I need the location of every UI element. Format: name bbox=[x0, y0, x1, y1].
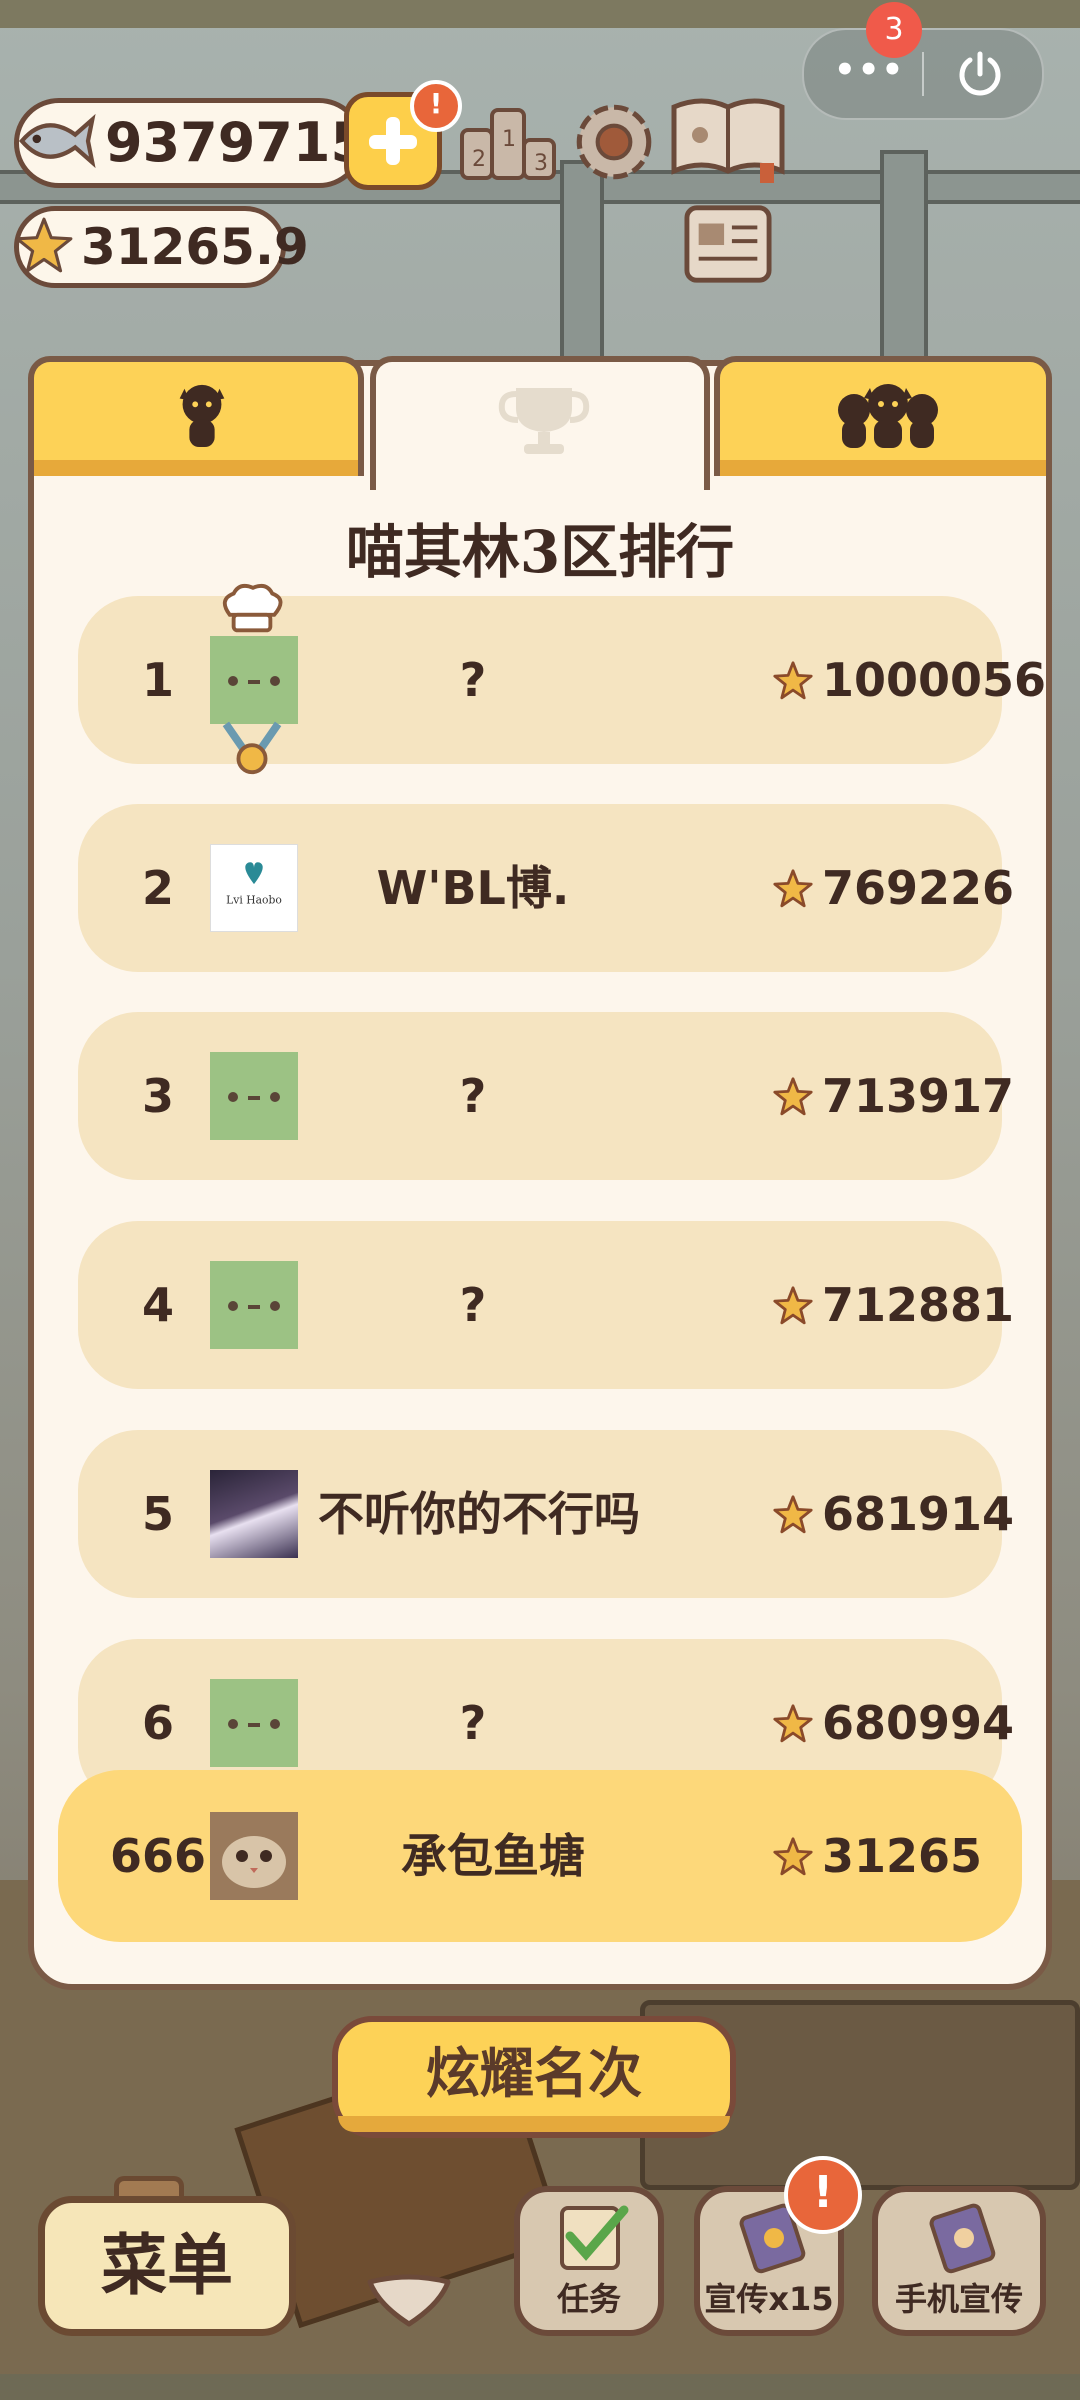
star-icon bbox=[773, 1495, 813, 1534]
leaderboard-row[interactable]: 4 ? 712881 bbox=[78, 1221, 1014, 1389]
my-avatar bbox=[210, 1812, 298, 1900]
gear-icon[interactable] bbox=[568, 96, 660, 188]
paw-book-icon[interactable] bbox=[668, 90, 788, 186]
star-icon bbox=[773, 869, 813, 908]
leaderboard-row[interactable]: 5 不听你的不行吗 681914 bbox=[78, 1430, 1014, 1598]
svg-text:2: 2 bbox=[472, 147, 486, 172]
phone-promote-button[interactable]: 手机宣传 bbox=[872, 2186, 1046, 2336]
single-cat-icon bbox=[179, 384, 225, 448]
my-score: 31265 bbox=[822, 1829, 983, 1883]
avatar: Lvi Haobo bbox=[210, 844, 298, 932]
chef-hat-icon bbox=[222, 583, 283, 633]
star-icon bbox=[773, 1077, 813, 1116]
star-currency: 31265.9 bbox=[14, 206, 309, 288]
more-dots-icon[interactable]: ••• bbox=[834, 50, 903, 98]
star-amount: 31265.9 bbox=[81, 218, 309, 276]
fish-icon bbox=[19, 113, 96, 169]
show-rank-label: 炫耀名次 bbox=[426, 2041, 642, 2105]
svg-text:3: 3 bbox=[534, 151, 548, 176]
player-name: 不听你的不行吗 bbox=[318, 1487, 640, 1541]
player-name: ? bbox=[459, 653, 487, 707]
chevron-down-icon[interactable] bbox=[364, 2274, 454, 2330]
avatar-signature: Lvi Haobo bbox=[226, 894, 282, 907]
show-rank-button[interactable]: 炫耀名次 bbox=[332, 2016, 736, 2138]
fish-amount: 9379715 bbox=[105, 111, 369, 174]
notification-badge: 3 bbox=[866, 2, 922, 58]
my-rank-number: 666 bbox=[109, 1829, 207, 1883]
rank-number: 1 bbox=[141, 653, 174, 707]
leaderboard-row[interactable]: 1 ? 1000056 bbox=[78, 583, 1046, 775]
leaderboard-title: 喵其林3区排行 bbox=[345, 518, 735, 586]
rank-number: 3 bbox=[141, 1069, 174, 1123]
leaderboard-row[interactable]: 3 ? 713917 bbox=[78, 1012, 1014, 1180]
newspaper-icon[interactable] bbox=[680, 202, 776, 290]
cat-face-icon bbox=[210, 1812, 298, 1900]
gold-medal-icon bbox=[222, 721, 282, 775]
add-alert-icon: ! bbox=[410, 80, 462, 132]
promote-alert-icon: ! bbox=[784, 2156, 862, 2234]
checklist-icon bbox=[560, 2205, 629, 2270]
svg-text:1: 1 bbox=[502, 127, 516, 152]
power-icon[interactable] bbox=[954, 48, 1006, 100]
avatar bbox=[210, 1052, 298, 1140]
task-button[interactable]: 任务 bbox=[514, 2186, 664, 2336]
tab-ranking[interactable] bbox=[370, 356, 710, 490]
avatar bbox=[210, 1261, 298, 1349]
leaderboard-row[interactable]: 2 Lvi Haobo W'BL博. 769226 bbox=[78, 804, 1014, 972]
star-icon bbox=[773, 661, 813, 700]
player-name: ? bbox=[459, 1069, 487, 1123]
rank-number: 2 bbox=[141, 861, 174, 915]
player-name: W'BL博. bbox=[376, 861, 570, 915]
avatar bbox=[210, 1679, 298, 1767]
player-score: 713917 bbox=[822, 1069, 1015, 1123]
rank-number: 5 bbox=[141, 1487, 174, 1541]
group-cats-icon bbox=[838, 384, 938, 448]
star-icon bbox=[773, 1286, 813, 1325]
my-rank-row[interactable]: 666 承包鱼塘 31265 bbox=[58, 1770, 1022, 1942]
avatar bbox=[210, 1470, 298, 1558]
capsule-divider bbox=[922, 52, 924, 96]
trophy-icon bbox=[498, 388, 590, 454]
task-label: 任务 bbox=[556, 2280, 621, 2318]
tab-group[interactable] bbox=[714, 356, 1052, 476]
star-icon bbox=[773, 1837, 813, 1876]
phone-promote-label: 手机宣传 bbox=[894, 2280, 1023, 2318]
fish-currency: 9379715 bbox=[14, 98, 368, 188]
player-score: 1000056 bbox=[822, 653, 1047, 707]
star-icon bbox=[773, 1704, 813, 1743]
menu-button[interactable]: 菜单 bbox=[38, 2196, 296, 2336]
avatar bbox=[210, 636, 298, 724]
my-name: 承包鱼塘 bbox=[401, 1829, 585, 1883]
star-icon bbox=[15, 217, 73, 273]
rank-number: 4 bbox=[141, 1278, 174, 1332]
player-score: 712881 bbox=[822, 1278, 1015, 1332]
player-name: ? bbox=[459, 1278, 487, 1332]
heart-logo-icon: Lvi Haobo bbox=[226, 862, 282, 907]
promote-label: 宣传x15 bbox=[704, 2280, 834, 2318]
mini-program-capsule: ••• bbox=[802, 28, 1044, 120]
phone-flyer-icon bbox=[929, 2203, 996, 2274]
tab-personal[interactable] bbox=[28, 356, 364, 476]
player-score: 681914 bbox=[822, 1487, 1015, 1541]
player-score: 769226 bbox=[822, 861, 1015, 915]
podium-icon[interactable]: 2 1 3 bbox=[458, 96, 558, 186]
